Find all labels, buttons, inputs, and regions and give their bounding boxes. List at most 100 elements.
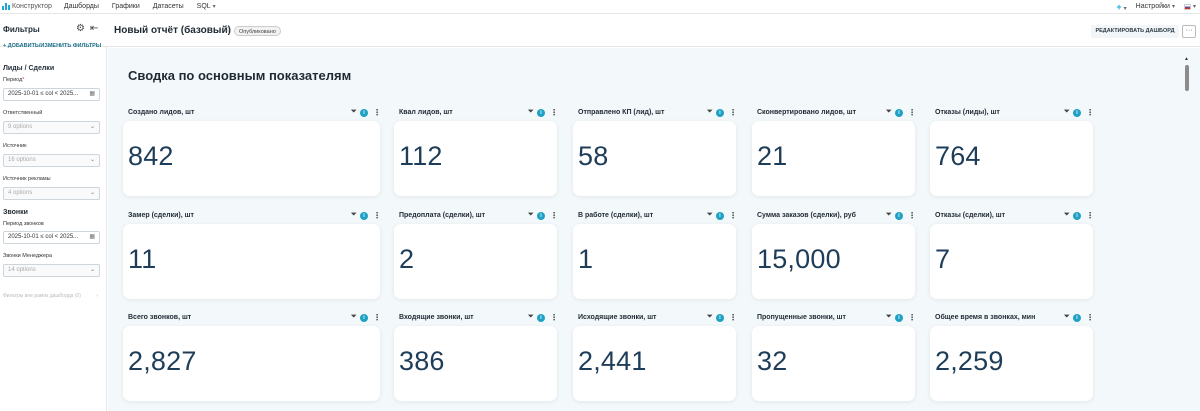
filter-icon[interactable]: ⏷ [528,108,534,116]
ad-source-select[interactable]: 4 options ⌄ [3,187,100,200]
star-icon[interactable]: ☆ [222,24,231,35]
report-title: Новый отчёт (базовый) [114,25,231,36]
kebab-menu-icon[interactable]: ⋮ [729,313,737,322]
chevron-down-icon: ▾ [1123,5,1127,12]
nav-charts[interactable]: Графики [112,3,140,10]
kpi-value: 32 [757,346,788,376]
kpi-card: 2 [394,224,557,299]
language-menu[interactable]: ▾ [1183,3,1196,10]
kpi-card: 58 [573,121,736,196]
brand-logo[interactable]: Конструктор [2,3,52,10]
info-icon[interactable]: i [895,212,903,220]
kpi-card-header: Отказы (сделки), шт ⏷ i ⋮ [935,211,1094,222]
info-icon[interactable]: i [1073,109,1081,117]
filter-icon[interactable]: ⏷ [886,108,892,116]
kebab-menu-icon[interactable]: ⋮ [373,108,381,117]
calls-period-value: 2025-10-01 ≤ col < 2025... [8,234,79,240]
hidden-filters-note[interactable]: Фильтры вне рамок дашборда (0) › [3,293,98,300]
edit-dashboard-button[interactable]: РЕДАКТИРОВАТЬ ДАШБОРД [1091,25,1179,38]
filter-icon[interactable]: ⏷ [707,108,713,116]
kpi-card-header: Сконвертировано лидов, шт ⏷ i ⋮ [757,108,916,119]
add-menu[interactable]: + ▾ [1116,2,1126,12]
settings-menu[interactable]: Настройки ▾ [1136,3,1175,10]
responsible-placeholder: 9 options [8,124,33,130]
kpi-title: Сконвертировано лидов, шт [757,109,857,116]
kebab-menu-icon[interactable]: ⋮ [550,108,558,117]
gear-icon[interactable]: ⚙ [76,23,85,34]
chevron-right-icon: › [96,293,98,299]
kebab-menu-icon[interactable]: ⋮ [373,313,381,322]
chevron-down-icon: ▾ [212,4,216,10]
filter-icon[interactable]: ⏷ [351,313,357,321]
kpi-card: 842 [123,121,380,196]
filter-sidebar: + ДОБАВИТЬ/ИЗМЕНИТЬ ФИЛЬТРЫ Лиды / Сделк… [0,43,107,411]
info-icon[interactable]: i [537,314,545,322]
collapse-icon[interactable]: ⇤ [90,23,98,34]
scrollbar-thumb[interactable] [1185,65,1189,91]
kpi-card: 1 [573,224,736,299]
info-icon[interactable]: i [360,212,368,220]
filter-icon[interactable]: ⏷ [351,211,357,219]
info-icon[interactable]: i [537,109,545,117]
info-icon[interactable]: i [1073,314,1081,322]
more-actions-button[interactable]: ··· [1182,25,1196,38]
kpi-title: Всего звонков, шт [128,314,192,321]
kebab-menu-icon[interactable]: ⋮ [1086,313,1094,322]
kpi-card-header: В работе (сделки), шт ⏷ i ⋮ [578,211,737,222]
source-select[interactable]: 16 options ⌄ [3,154,100,167]
period-filter[interactable]: 2025-10-01 ≤ col < 2025... ▦ [3,88,100,101]
kebab-menu-icon[interactable]: ⋮ [1086,211,1094,220]
nav-datasets[interactable]: Датасеты [153,3,184,10]
brand-name: Конструктор [12,3,52,10]
nav-dashboards[interactable]: Дашборды [64,3,99,10]
kebab-menu-icon[interactable]: ⋮ [908,108,916,117]
manager-calls-label: Звонки Менеджера [3,253,53,259]
kebab-menu-icon[interactable]: ⋮ [908,313,916,322]
kebab-menu-icon[interactable]: ⋮ [550,211,558,220]
kebab-menu-icon[interactable]: ⋮ [1086,108,1094,117]
info-icon[interactable]: i [360,314,368,322]
period-label: Период* [3,77,25,83]
info-icon[interactable]: i [895,109,903,117]
nav-sql[interactable]: SQL ▾ [197,3,216,10]
info-icon[interactable]: i [360,109,368,117]
info-icon[interactable]: i [716,109,724,117]
info-icon[interactable]: i [1073,212,1081,220]
filter-icon[interactable]: ⏷ [351,108,357,116]
section-leads: Лиды / Сделки [3,65,55,72]
calls-period-filter[interactable]: 2025-10-01 ≤ col < 2025... ▦ [3,231,100,244]
filter-icon[interactable]: ⏷ [707,211,713,219]
kebab-menu-icon[interactable]: ⋮ [729,108,737,117]
filter-icon[interactable]: ⏷ [528,211,534,219]
status-badge: Опубликовано [234,26,281,36]
filter-icon[interactable]: ⏷ [528,313,534,321]
filter-icon[interactable]: ⏷ [1064,313,1070,321]
scrollbar[interactable]: ▲ [1184,56,1190,96]
kpi-value: 764 [935,141,981,171]
filter-icon[interactable]: ⏷ [886,313,892,321]
kpi-title: Общее время в звонках, мин [935,314,1036,321]
kebab-menu-icon[interactable]: ⋮ [550,313,558,322]
filter-icon[interactable]: ⏷ [1064,211,1070,219]
kebab-menu-icon[interactable]: ⋮ [908,211,916,220]
add-filter-button[interactable]: + ДОБАВИТЬ/ИЗМЕНИТЬ ФИЛЬТРЫ [3,43,101,49]
filter-icon[interactable]: ⏷ [707,313,713,321]
info-icon[interactable]: i [716,314,724,322]
kpi-value: 2,827 [128,346,197,376]
info-icon[interactable]: i [537,212,545,220]
info-icon[interactable]: i [716,212,724,220]
kebab-menu-icon[interactable]: ⋮ [373,211,381,220]
filter-icon[interactable]: ⏷ [1064,108,1070,116]
kpi-title: Квал лидов, шт [399,109,453,116]
manager-calls-select[interactable]: 14 options ⌄ [3,264,100,277]
responsible-select[interactable]: 9 options ⌄ [3,121,100,134]
source-label: Источник [3,143,27,149]
kpi-card: 15,000 [752,224,915,299]
kebab-menu-icon[interactable]: ⋮ [729,211,737,220]
kpi-card-header: Замер (сделки), шт ⏷ i ⋮ [128,211,381,222]
kpi-card-header: Пропущенные звонки, шт ⏷ i ⋮ [757,313,916,324]
filter-icon[interactable]: ⏷ [886,211,892,219]
kpi-card: 21 [752,121,915,196]
chevron-down-icon: ▾ [1171,4,1175,10]
info-icon[interactable]: i [895,314,903,322]
